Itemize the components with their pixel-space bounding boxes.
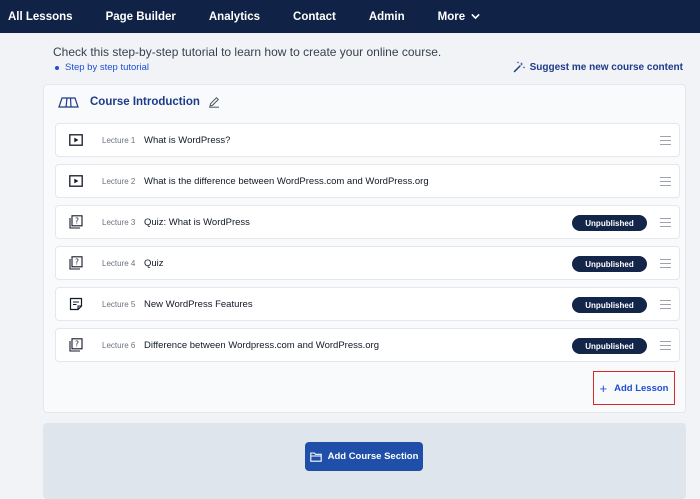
plus-icon: +	[599, 380, 608, 396]
drag-handle-icon[interactable]	[660, 177, 671, 186]
suggest-content-link[interactable]: Suggest me new course content	[513, 61, 683, 73]
lecture-number: Lecture 3	[102, 217, 136, 227]
nav-analytics[interactable]: Analytics	[209, 11, 260, 23]
nav-page-builder[interactable]: Page Builder	[106, 11, 176, 23]
lecture-row[interactable]: ? Lecture 6 Difference between Wordpress…	[55, 328, 680, 362]
text-icon	[69, 297, 83, 311]
quiz-icon: ?	[69, 215, 83, 229]
suggest-content-label: Suggest me new course content	[529, 61, 683, 73]
video-icon	[69, 134, 83, 146]
status-badge: Unpublished	[572, 338, 647, 354]
status-badge: Unpublished	[572, 215, 647, 231]
nav-contact[interactable]: Contact	[293, 11, 336, 23]
svg-text:?: ?	[75, 258, 79, 267]
lecture-number: Lecture 5	[102, 299, 136, 309]
lecture-title[interactable]: Difference between Wordpress.com and Wor…	[144, 340, 379, 351]
tutorial-link[interactable]: Step by step tutorial	[55, 62, 149, 73]
chevron-down-icon	[471, 14, 480, 19]
course-section: Course Introduction Lecture 1 What is Wo…	[43, 84, 686, 413]
lecture-title[interactable]: Quiz: What is WordPress	[144, 217, 250, 228]
top-navigation: All Lessons Page Builder Analytics Conta…	[0, 0, 700, 33]
lecture-number: Lecture 1	[102, 135, 136, 145]
lecture-row[interactable]: ? Lecture 3 Quiz: What is WordPress Unpu…	[55, 205, 680, 239]
lecture-title[interactable]: What is WordPress?	[144, 135, 230, 146]
status-badge: Unpublished	[572, 256, 647, 272]
drag-handle-icon[interactable]	[660, 218, 671, 227]
lecture-number: Lecture 2	[102, 176, 136, 186]
edit-section-button[interactable]	[208, 96, 220, 108]
add-course-section-label: Add Course Section	[327, 451, 419, 462]
quiz-icon: ?	[69, 338, 83, 352]
add-course-section-button[interactable]: Add Course Section	[305, 442, 423, 471]
section-icon	[58, 96, 79, 108]
status-badge: Unpublished	[572, 297, 647, 313]
nav-admin[interactable]: Admin	[369, 11, 405, 23]
lecture-number: Lecture 6	[102, 340, 136, 350]
drag-handle-icon[interactable]	[660, 300, 671, 309]
lecture-title[interactable]: New WordPress Features	[144, 299, 253, 310]
lecture-row[interactable]: Lecture 1 What is WordPress?	[55, 123, 680, 157]
svg-text:?: ?	[75, 217, 79, 226]
quiz-icon: ?	[69, 256, 83, 270]
lecture-row[interactable]: Lecture 5 New WordPress Features Unpubli…	[55, 287, 680, 321]
lecture-row[interactable]: ? Lecture 4 Quiz Unpublished	[55, 246, 680, 280]
intro-text: Check this step-by-step tutorial to lear…	[53, 45, 442, 59]
lecture-title[interactable]: What is the difference between WordPress…	[144, 176, 429, 187]
magic-wand-icon	[513, 61, 525, 73]
drag-handle-icon[interactable]	[660, 136, 671, 145]
lecture-row[interactable]: Lecture 2 What is the difference between…	[55, 164, 680, 198]
pencil-icon	[208, 96, 219, 108]
section-title: Course Introduction	[90, 96, 200, 108]
lecture-number: Lecture 4	[102, 258, 136, 268]
svg-text:?: ?	[75, 340, 79, 349]
add-lesson-label: Add Lesson	[614, 382, 669, 394]
drag-handle-icon[interactable]	[660, 341, 671, 350]
nav-all-lessons[interactable]: All Lessons	[8, 11, 73, 23]
folder-icon	[309, 451, 322, 462]
lecture-title[interactable]: Quiz	[144, 258, 164, 269]
drag-handle-icon[interactable]	[660, 259, 671, 268]
tutorial-link-label: Step by step tutorial	[65, 62, 149, 73]
add-lesson-button[interactable]: + Add Lesson	[593, 371, 675, 405]
nav-more-label: More	[437, 10, 466, 23]
bullet-icon	[55, 65, 59, 70]
add-section-area: Add Course Section	[43, 423, 686, 499]
video-icon	[69, 175, 83, 187]
nav-more[interactable]: More	[438, 11, 480, 23]
section-header: Course Introduction	[58, 96, 220, 108]
